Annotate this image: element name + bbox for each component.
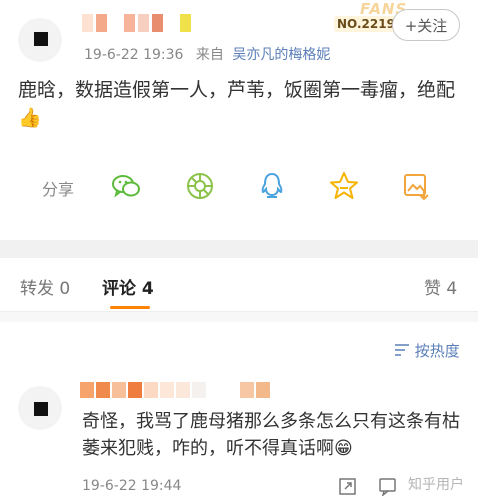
- wechat-icon[interactable]: [110, 170, 142, 202]
- commenter-avatar[interactable]: [18, 386, 62, 430]
- qq-icon[interactable]: [256, 170, 288, 202]
- sort-label: 按热度: [414, 342, 460, 360]
- moments-icon[interactable]: [184, 170, 216, 202]
- post-meta: 19-6-22 19:36 来自 吴亦凡的梅格妮: [84, 44, 330, 64]
- zhihu-watermark: 知乎用户: [408, 477, 464, 493]
- repost-icon[interactable]: [338, 476, 358, 496]
- comment-timestamp: 19-6-22 19:44: [82, 478, 182, 494]
- tab-likes[interactable]: 赞 4: [424, 274, 457, 299]
- share-bar: 分享: [0, 166, 478, 206]
- comment-icon[interactable]: [378, 476, 398, 496]
- post-source-prefix: 来自: [195, 47, 224, 63]
- avatar-redaction: [34, 32, 48, 46]
- follow-button[interactable]: +关注: [392, 9, 460, 41]
- post-source-link[interactable]: 吴亦凡的梅格妮: [232, 47, 330, 63]
- save-image-icon[interactable]: [400, 170, 432, 202]
- poster-name-redacted[interactable]: [82, 14, 191, 34]
- section-divider: [0, 240, 478, 258]
- interaction-tabs: 转发 0 评论 4 赞 4: [0, 258, 478, 312]
- post-content: 鹿晗，数据造假第一人，芦苇，饭圈第一毒瘤，绝配👍: [18, 79, 456, 129]
- weibo-post: FANS NO.22191 +关注 19-6-22 19:36 来自 吴亦凡的梅…: [0, 0, 478, 240]
- tab-repost[interactable]: 转发 0: [20, 274, 70, 299]
- post-timestamp: 19-6-22 19:36: [84, 47, 184, 63]
- sort-icon: [395, 344, 409, 356]
- comment-text: 奇怪，我骂了鹿母猪那么多条怎么只有这条有枯萎来犯贱，咋的，听不得真话啊😁: [82, 411, 460, 459]
- star-icon[interactable]: [328, 170, 360, 202]
- tabs-divider: [0, 312, 478, 322]
- sort-button[interactable]: 按热度: [394, 340, 460, 361]
- poster-avatar[interactable]: [18, 18, 62, 62]
- share-label: 分享: [42, 180, 75, 199]
- active-tab-indicator: [110, 306, 150, 309]
- commenter-name-redacted[interactable]: [80, 382, 270, 398]
- avatar-redaction: [34, 402, 48, 416]
- tab-comments[interactable]: 评论 4: [102, 274, 154, 299]
